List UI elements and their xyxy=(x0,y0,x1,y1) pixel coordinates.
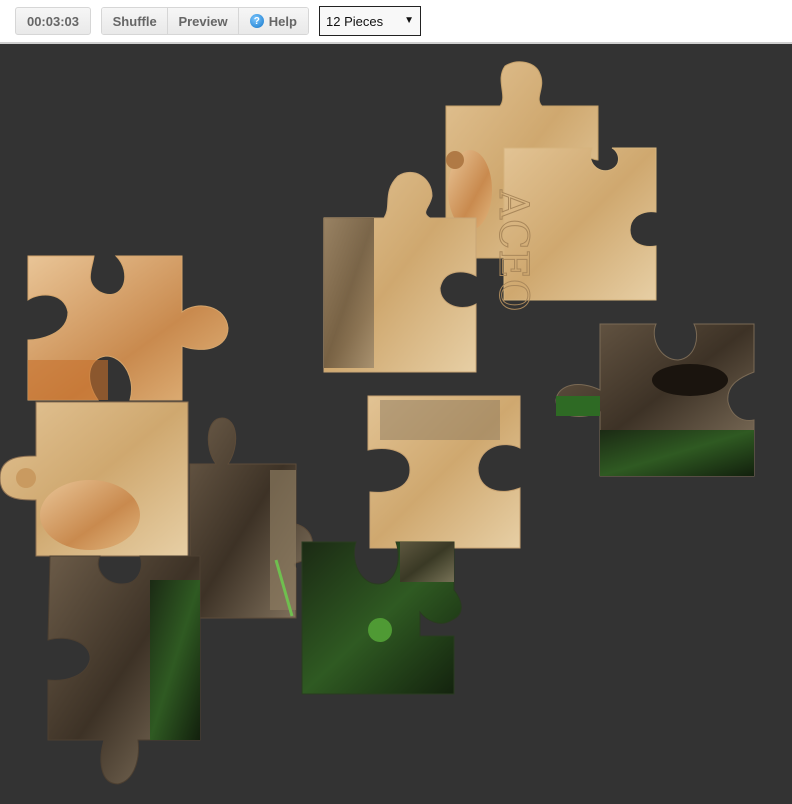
puzzle-piece[interactable] xyxy=(0,401,189,557)
puzzle-piece[interactable] xyxy=(27,255,229,401)
toolbar: 00:03:03 Shuffle Preview ? Help 12 Piece… xyxy=(0,0,792,44)
help-label: Help xyxy=(268,13,297,29)
puzzle-piece[interactable] xyxy=(555,323,755,477)
puzzle-piece[interactable] xyxy=(47,555,201,785)
question-circle-icon: ? xyxy=(249,14,264,28)
piece-count-value: 12 Pieces xyxy=(326,13,384,29)
caret-down-icon: ▼ xyxy=(404,15,414,26)
preview-button[interactable]: Preview xyxy=(167,8,238,34)
timer-display: 00:03:03 xyxy=(15,7,91,35)
puzzle-board: ACEO xyxy=(0,44,792,804)
puzzle-piece[interactable] xyxy=(367,395,521,549)
piece-count-select[interactable]: 12 Pieces ▼ xyxy=(319,6,421,36)
svg-text:ACEO: ACEO xyxy=(490,189,536,311)
button-group: Shuffle Preview ? Help xyxy=(101,7,309,35)
puzzle-piece[interactable]: ACEO xyxy=(490,147,657,312)
puzzle-pieces-layer: ACEO xyxy=(0,61,755,785)
help-button[interactable]: ? Help xyxy=(237,8,308,34)
shuffle-button[interactable]: Shuffle xyxy=(102,8,168,34)
puzzle-piece[interactable] xyxy=(189,417,313,619)
puzzle-piece[interactable] xyxy=(301,541,462,695)
